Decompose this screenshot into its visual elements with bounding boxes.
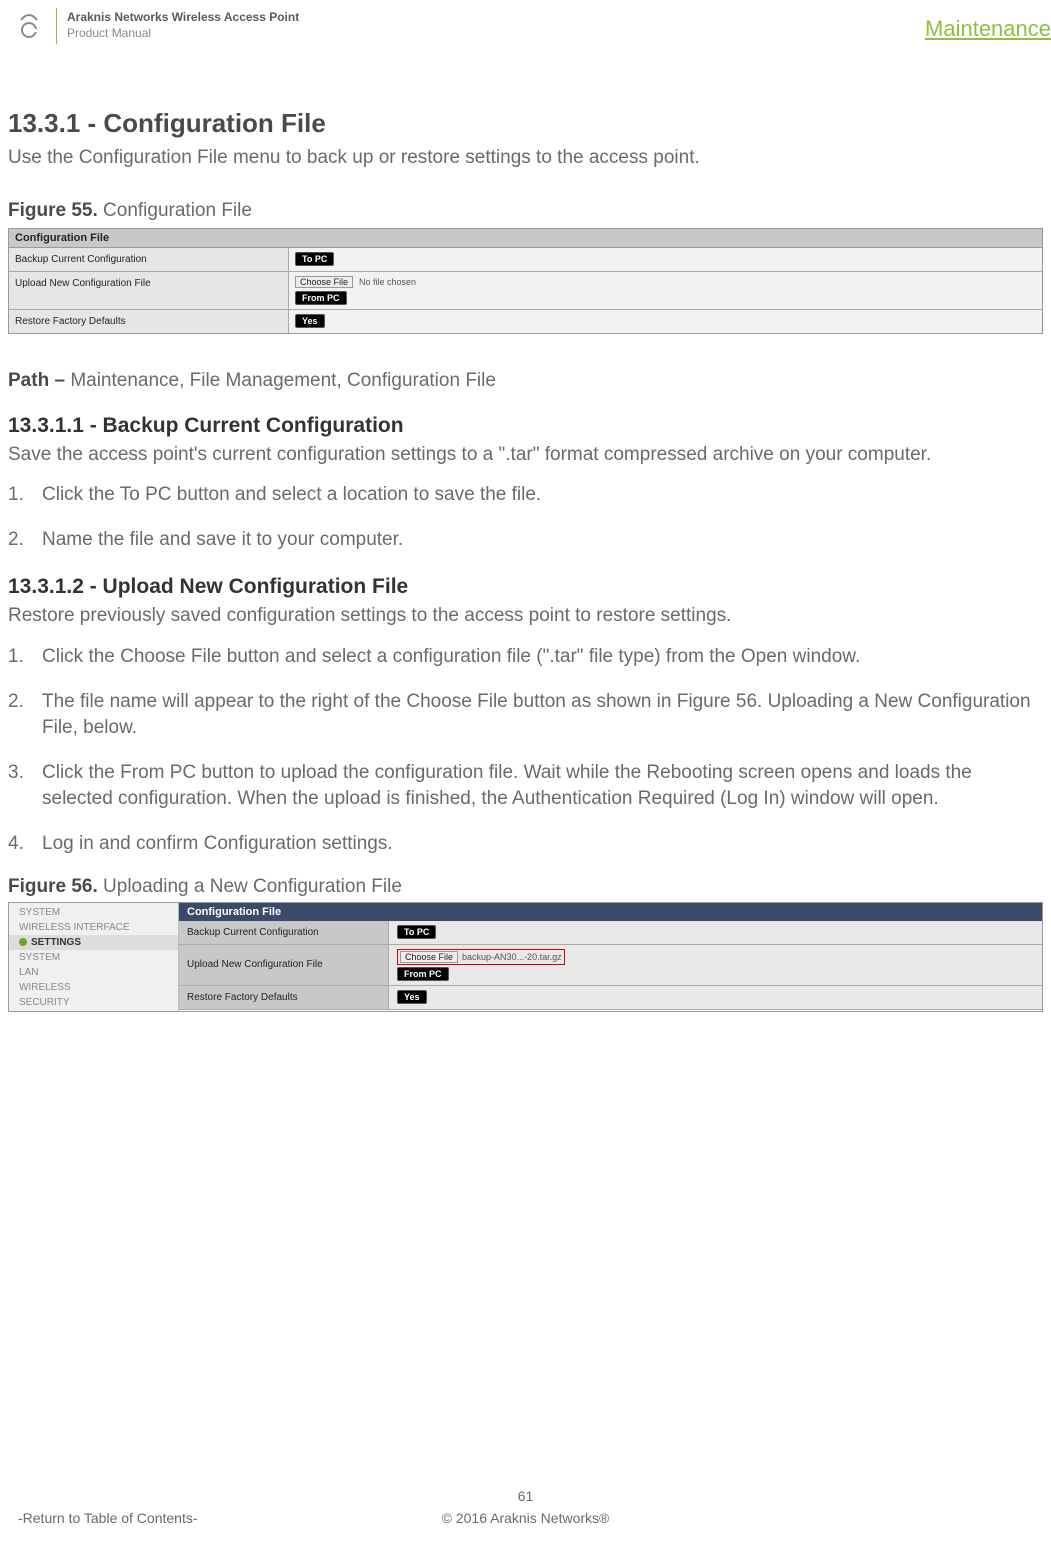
panel-header: Configuration File — [9, 229, 1042, 248]
return-toc-link[interactable]: -Return to Table of Contents- — [18, 1510, 198, 1526]
row-value: To PC — [389, 921, 1042, 944]
page-header: Araknis Networks Wireless Access Point P… — [0, 0, 1051, 52]
step-text: Click the To PC button and select a loca… — [42, 482, 541, 509]
path-value: Maintenance, File Management, Configurat… — [70, 370, 496, 391]
config-row: Restore Factory Defaults Yes — [9, 310, 1042, 333]
sidebar-item[interactable]: WIRELESS INTERFACE — [9, 920, 178, 935]
row-label: Backup Current Configuration — [9, 248, 289, 271]
subsection-heading: 13.3.1.1 - Backup Current Configuration — [8, 414, 1043, 438]
row-label: Restore Factory Defaults — [179, 986, 389, 1009]
choose-file-button[interactable]: Choose File — [400, 951, 458, 963]
step-text: Log in and confirm Configuration setting… — [42, 831, 393, 858]
step-text: Name the file and save it to your comput… — [42, 527, 403, 554]
header-divider — [56, 8, 57, 44]
list-item: 2.Name the file and save it to your comp… — [8, 527, 1043, 554]
config-row: Upload New Configuration File Choose Fil… — [9, 272, 1042, 310]
to-pc-button[interactable]: To PC — [397, 925, 436, 939]
step-number: 4. — [8, 831, 42, 858]
panel-main: Configuration File Backup Current Config… — [179, 903, 1042, 1011]
figure-label-bold: Figure 56. — [8, 876, 98, 897]
doc-subtitle: Product Manual — [67, 26, 299, 42]
page-footer: 61 © 2016 Araknis Networks® -Return to T… — [0, 1488, 1051, 1526]
list-item: 1.Click the Choose File button and selec… — [8, 644, 1043, 671]
yes-button[interactable]: Yes — [397, 990, 427, 1004]
figure-55-caption: Figure 55. Configuration File — [8, 200, 1043, 222]
config-row: Restore Factory Defaults Yes — [179, 986, 1042, 1010]
row-label: Backup Current Configuration — [179, 921, 389, 944]
row-label: Restore Factory Defaults — [9, 310, 289, 333]
steps-list: 1.Click the Choose File button and selec… — [8, 644, 1043, 858]
step-number: 2. — [8, 689, 42, 742]
step-number: 3. — [8, 760, 42, 813]
list-item: 3.Click the From PC button to upload the… — [8, 760, 1043, 813]
step-text: Click the Choose File button and select … — [42, 644, 860, 671]
step-text: The file name will appear to the right o… — [42, 689, 1043, 742]
page-number: 61 — [0, 1488, 1051, 1504]
figure-56-panel: SYSTEM WIRELESS INTERFACE SETTINGS SYSTE… — [8, 902, 1043, 1012]
figure-label-bold: Figure 55. — [8, 200, 98, 221]
choose-file-button[interactable]: Choose File — [295, 276, 353, 288]
subsection-heading: 13.3.1.2 - Upload New Configuration File — [8, 575, 1043, 599]
section-heading: 13.3.1 - Configuration File — [8, 108, 1043, 139]
row-label: Upload New Configuration File — [179, 945, 389, 985]
config-row: Backup Current Configuration To PC — [9, 248, 1042, 272]
sidebar-item-selected[interactable]: SETTINGS — [9, 935, 178, 950]
sidebar-item[interactable]: SYSTEM — [9, 950, 178, 965]
sidebar-item[interactable]: SYSTEM — [9, 905, 178, 920]
sidebar-item[interactable]: SECURITY — [9, 995, 178, 1010]
path-line: Path – Maintenance, File Management, Con… — [8, 370, 1043, 392]
row-value: Yes — [289, 310, 1042, 333]
sidebar-label: SETTINGS — [31, 937, 81, 948]
brand-logo-icon — [12, 9, 46, 43]
list-item: 1.Click the To PC button and select a lo… — [8, 482, 1043, 509]
doc-title: Araknis Networks Wireless Access Point — [67, 10, 299, 26]
yes-button[interactable]: Yes — [295, 314, 325, 328]
file-chooser-row: Choose File No file chosen — [295, 276, 416, 288]
section-intro: Use the Configuration File menu to back … — [8, 145, 1043, 172]
to-pc-button[interactable]: To PC — [295, 252, 334, 266]
row-value: Choose File No file chosen From PC — [289, 272, 1042, 309]
step-number: 2. — [8, 527, 42, 554]
figure-55-panel: Configuration File Backup Current Config… — [8, 228, 1043, 334]
sidebar-nav: SYSTEM WIRELESS INTERFACE SETTINGS SYSTE… — [9, 903, 179, 1011]
sidebar-item[interactable]: LAN — [9, 965, 178, 980]
figure-56-caption: Figure 56. Uploading a New Configuration… — [8, 876, 1043, 898]
step-number: 1. — [8, 644, 42, 671]
step-number: 1. — [8, 482, 42, 509]
from-pc-button[interactable]: From PC — [295, 291, 347, 305]
figure-label-rest: Configuration File — [98, 200, 252, 221]
panel-header: Configuration File — [179, 903, 1042, 921]
selected-file-name: backup-AN30...-20.tar.gz — [462, 952, 562, 962]
row-value: Yes — [389, 986, 1042, 1009]
section-name: Maintenance — [925, 16, 1051, 42]
steps-list: 1.Click the To PC button and select a lo… — [8, 482, 1043, 553]
highlighted-file-chooser: Choose File backup-AN30...-20.tar.gz — [397, 949, 565, 965]
subsection-text: Restore previously saved configuration s… — [8, 603, 1043, 630]
no-file-text: No file chosen — [359, 277, 416, 287]
header-text-block: Araknis Networks Wireless Access Point P… — [67, 10, 299, 41]
row-value: Choose File backup-AN30...-20.tar.gz Fro… — [389, 945, 1042, 985]
figure-label-rest: Uploading a New Configuration File — [98, 876, 402, 897]
path-label: Path – — [8, 370, 70, 391]
from-pc-button[interactable]: From PC — [397, 967, 449, 981]
row-value: To PC — [289, 248, 1042, 271]
sidebar-item[interactable]: WIRELESS — [9, 980, 178, 995]
config-row: Backup Current Configuration To PC — [179, 921, 1042, 945]
config-row: Upload New Configuration File Choose Fil… — [179, 945, 1042, 986]
list-item: 2.The file name will appear to the right… — [8, 689, 1043, 742]
row-label: Upload New Configuration File — [9, 272, 289, 309]
active-dot-icon — [19, 938, 27, 946]
list-item: 4.Log in and confirm Configuration setti… — [8, 831, 1043, 858]
subsection-text: Save the access point's current configur… — [8, 442, 1043, 469]
step-text: Click the From PC button to upload the c… — [42, 760, 1043, 813]
